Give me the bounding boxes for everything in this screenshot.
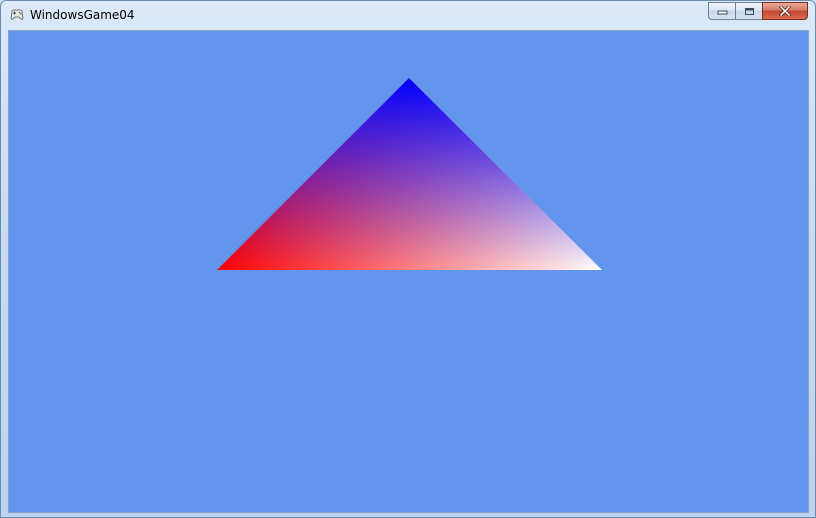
app-window: WindowsGame04 — [0, 0, 816, 518]
title-bar[interactable]: WindowsGame04 — [1, 1, 815, 30]
maximize-icon — [744, 7, 754, 15]
rendered-scene — [217, 78, 602, 270]
close-icon — [779, 6, 791, 16]
triangle-top-color — [217, 78, 602, 270]
caption-buttons — [708, 2, 808, 21]
window-title: WindowsGame04 — [30, 8, 135, 22]
game-viewport[interactable] — [8, 30, 809, 513]
minimize-icon — [717, 10, 727, 15]
maximize-button[interactable] — [735, 2, 762, 20]
minimize-button[interactable] — [708, 2, 735, 20]
gamepad-icon[interactable] — [9, 7, 25, 23]
close-button[interactable] — [762, 2, 808, 20]
